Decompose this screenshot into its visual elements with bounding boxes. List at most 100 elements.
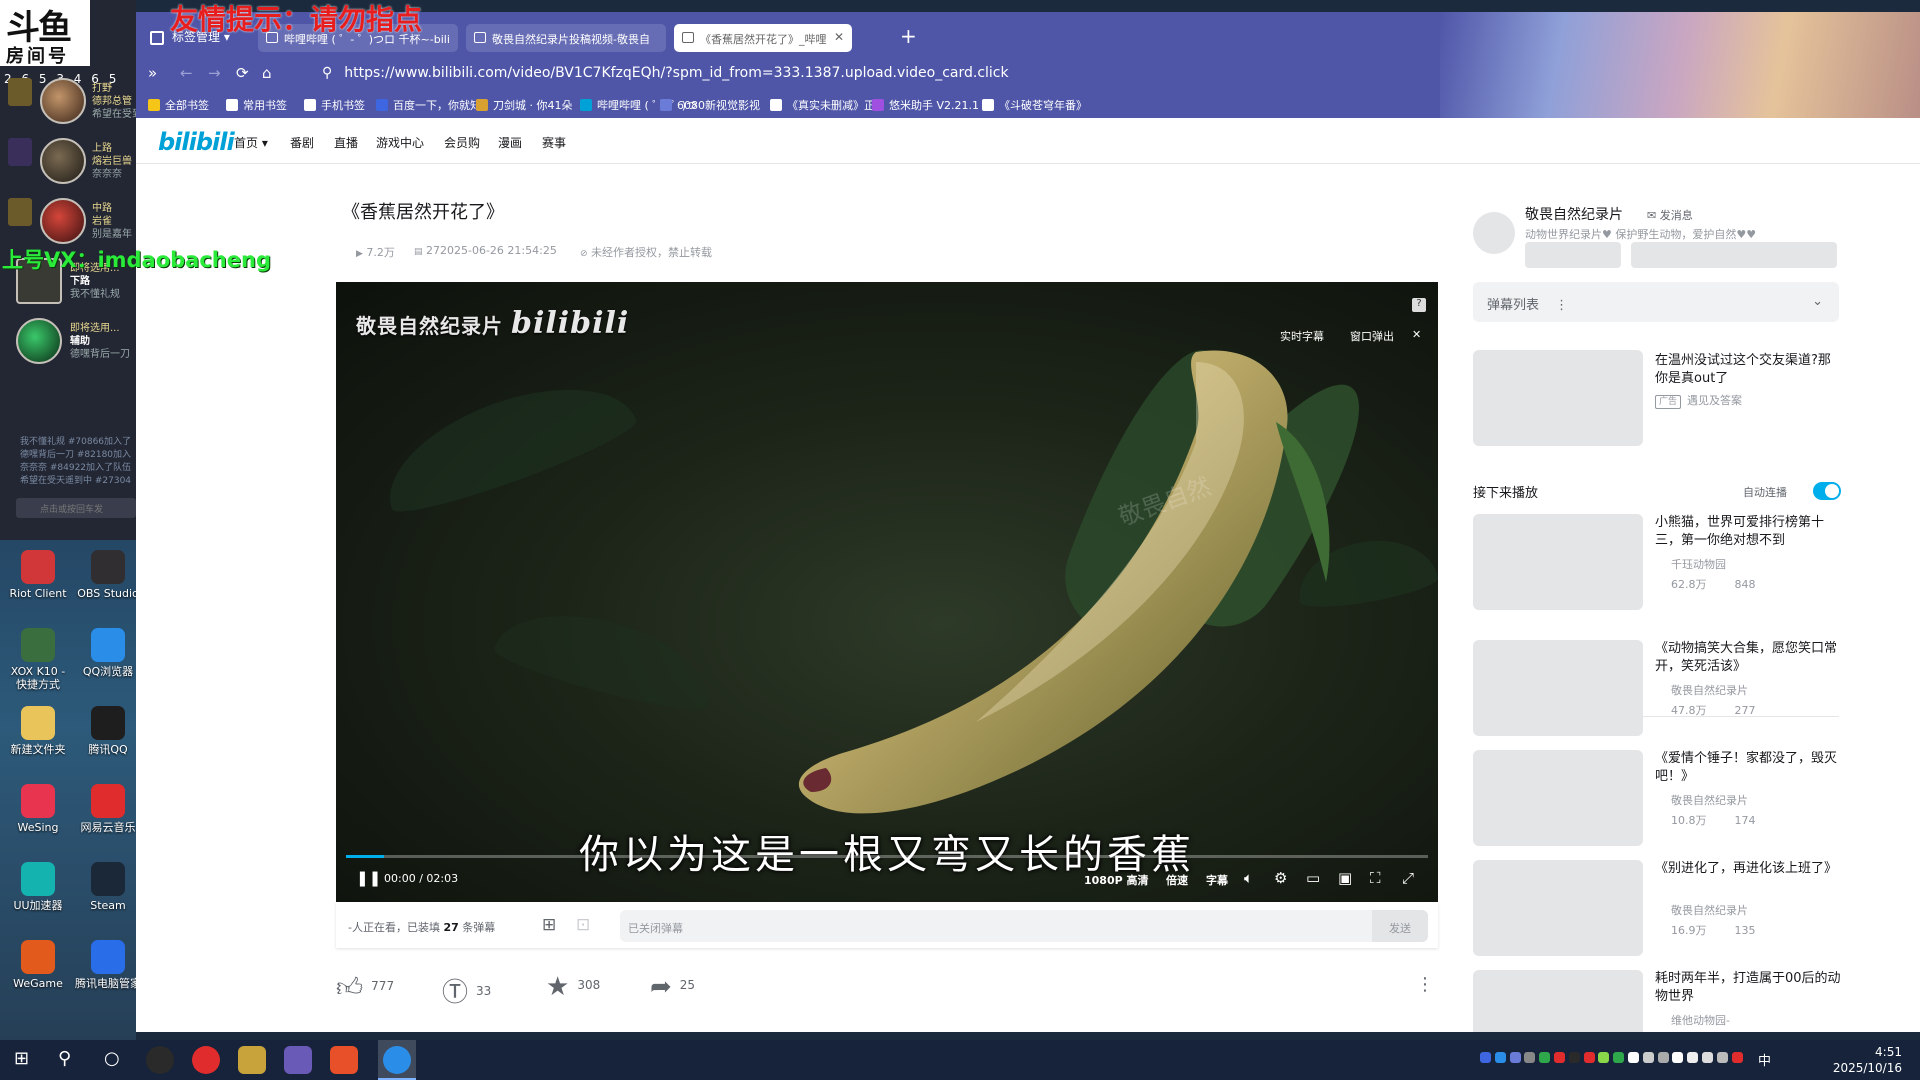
desktop-icon[interactable]: 腾讯电脑管家 <box>74 940 142 990</box>
tray-icon[interactable] <box>1524 1052 1536 1063</box>
progress-bar[interactable] <box>346 855 1428 858</box>
tray-icon[interactable] <box>1628 1052 1639 1063</box>
uploader-avatar[interactable] <box>1473 212 1515 254</box>
desktop-icon[interactable]: 腾讯QQ <box>74 706 142 756</box>
tray-icon[interactable] <box>1598 1052 1610 1063</box>
nav-home[interactable]: 首页 ▾ <box>234 134 268 151</box>
bookmark-item[interactable]: 6080新视觉影视 <box>660 97 760 113</box>
netease-music-taskbar-icon[interactable] <box>192 1046 220 1074</box>
desktop-icon[interactable]: WeGame <box>4 940 72 990</box>
clock[interactable]: 4:51 2025/10/16 <box>1833 1044 1902 1076</box>
desktop-icon[interactable]: QQ浏览器 <box>74 628 142 678</box>
task-view-icon[interactable]: ○ <box>104 1048 120 1069</box>
bookmark-item[interactable]: 刀剑城 · 你41朵 <box>476 97 573 113</box>
tray-icon[interactable] <box>1672 1052 1684 1063</box>
rec-title[interactable]: 耗时两年半，打造属于00后的动物世界 <box>1655 970 1841 1006</box>
tray-icon[interactable] <box>1539 1052 1551 1063</box>
autoplay-toggle[interactable] <box>1813 482 1841 500</box>
tray-icon[interactable] <box>1480 1052 1491 1063</box>
rec-title[interactable]: 《爱情个锤子！家都没了，毁灭吧！》 <box>1655 750 1841 786</box>
new-tab-button[interactable]: + <box>900 24 917 48</box>
popout-button[interactable]: 窗口弹出 <box>1350 328 1394 344</box>
follow-button[interactable] <box>1631 242 1837 268</box>
search-icon[interactable]: ⚲ <box>58 1048 71 1069</box>
message-button[interactable]: ✉ 发消息 <box>1647 207 1693 223</box>
like-button[interactable]: 👍︎ 777 <box>336 972 394 1003</box>
rec-title[interactable]: 《别进化了，再进化该上班了》 <box>1655 860 1841 878</box>
bookmark-item[interactable]: 百度一下，你就知 <box>376 97 481 113</box>
nav-live[interactable]: 直播 <box>334 134 358 151</box>
danmaku-input[interactable]: 已关闭弹幕 发送 <box>620 910 1428 942</box>
desktop-icon[interactable]: OBS Studio <box>74 550 142 600</box>
pause-icon[interactable]: ❚❚ <box>356 869 381 887</box>
nav-manga[interactable]: 漫画 <box>498 134 522 151</box>
desktop-icon[interactable]: Riot Client <box>4 550 72 600</box>
tray-icon[interactable] <box>1731 1052 1743 1063</box>
qq-browser-taskbar-icon[interactable] <box>383 1046 411 1074</box>
rec-thumbnail[interactable] <box>1473 640 1643 736</box>
bookmark-item[interactable]: 《斗破苍穹年番》 <box>982 97 1087 113</box>
bookmark-item[interactable]: 《真实未删减》正 <box>770 97 875 113</box>
rec-author[interactable]: 敬畏自然纪录片 <box>1671 682 1748 698</box>
rec-title[interactable]: 小熊猫，世界可爱排行榜第十三，第一你绝对想不到 <box>1655 514 1841 550</box>
rec-author[interactable]: 敬畏自然纪录片 <box>1671 792 1748 808</box>
share-button[interactable]: ➦ 25 <box>650 972 695 1002</box>
tray-icon[interactable] <box>1554 1052 1565 1063</box>
nav-shop[interactable]: 会员购 <box>444 134 480 151</box>
danmaku-toggle-icon[interactable]: ⊞ <box>542 915 556 935</box>
tab-uploader-page[interactable]: 敬畏自然纪录片投稿视频-敬畏自 <box>466 24 666 52</box>
rec-thumbnail[interactable] <box>1473 970 1643 1032</box>
video-player[interactable]: 敬畏自然纪录片 bilibili 敬畏自然 ? 实时字幕 窗口弹出 ✕ 你以为这是… <box>336 282 1438 902</box>
bookmark-item[interactable]: 手机书签 <box>304 97 365 113</box>
tray-icon[interactable] <box>1687 1052 1699 1063</box>
tray-icon[interactable] <box>1702 1052 1713 1063</box>
forward-icon[interactable]: → <box>208 64 221 82</box>
tray-icon[interactable] <box>1509 1052 1521 1063</box>
rec-thumbnail[interactable] <box>1473 860 1643 956</box>
ime-indicator[interactable]: 中 <box>1758 1050 1771 1069</box>
desktop-icon[interactable]: 网易云音乐 <box>74 784 142 834</box>
favorite-button[interactable]: ★ 308 <box>546 972 600 1002</box>
tray-icon[interactable] <box>1568 1052 1580 1063</box>
url-field[interactable]: ⚲ https://www.bilibili.com/video/BV1C7Kfz… <box>322 65 1009 81</box>
tray-icon[interactable] <box>1657 1052 1669 1063</box>
tray-icon[interactable] <box>1583 1052 1595 1063</box>
danmaku-list-panel[interactable]: 弹幕列表 ⋮ ⌄ <box>1473 282 1839 322</box>
desktop-icon[interactable]: UU加速器 <box>4 862 72 912</box>
live-caption-button[interactable]: 实时字幕 <box>1280 328 1324 344</box>
desktop-icon[interactable]: 新建文件夹 <box>4 706 72 756</box>
league-taskbar-icon[interactable] <box>238 1046 266 1074</box>
reload-icon[interactable]: ⟳ <box>236 64 249 82</box>
widescreen-icon[interactable]: ▣ <box>1338 869 1352 887</box>
webfullscreen-icon[interactable]: ⛶ <box>1370 869 1381 887</box>
home-icon[interactable]: ⌂ <box>262 64 272 82</box>
subtitle-button[interactable]: 字幕 <box>1206 872 1228 888</box>
game-taskbar-icon[interactable] <box>284 1046 312 1074</box>
desktop-icon[interactable]: WeSing <box>4 784 72 834</box>
chat-input[interactable]: 点击或按回车发 <box>16 498 136 518</box>
fullscreen-icon[interactable]: ⤢ <box>1402 869 1414 887</box>
coin-button[interactable]: Ⓣ 33 <box>442 972 491 1009</box>
speed-button[interactable]: 倍速 <box>1166 872 1188 888</box>
tray-icon[interactable] <box>1494 1052 1506 1063</box>
danmaku-settings-icon[interactable]: ⊡ <box>576 915 590 935</box>
bookmark-item[interactable]: 悠米助手 V2.21.1 <box>872 97 979 113</box>
ad-title[interactable]: 在温州没试过这个交友渠道?那你是真out了 <box>1655 352 1841 388</box>
close-popout-icon[interactable]: ✕ <box>1412 328 1421 341</box>
rec-thumbnail[interactable] <box>1473 514 1643 610</box>
rec-author[interactable]: 千珏动物园 <box>1671 556 1726 572</box>
rec-title[interactable]: 《动物搞笑大合集，愿您笑口常开，笑死活该》 <box>1655 640 1841 676</box>
bookmark-item[interactable]: 全部书签 <box>148 97 209 113</box>
windows-start-icon[interactable]: ⊞ <box>14 1048 29 1069</box>
nav-esports[interactable]: 赛事 <box>542 134 566 151</box>
uploader-name[interactable]: 敬畏自然纪录片 <box>1525 204 1623 224</box>
ad-thumbnail[interactable] <box>1473 350 1643 446</box>
volume-icon[interactable]: 🔈︎ <box>1244 869 1253 887</box>
send-button[interactable]: 发送 <box>1372 910 1428 942</box>
desktop-icon[interactable]: Steam <box>74 862 142 912</box>
sidebar-toggle-icon[interactable]: » <box>148 64 157 82</box>
obs-taskbar-icon[interactable] <box>146 1046 174 1074</box>
desktop-icon[interactable]: XOX K10 - 快捷方式 <box>4 628 72 691</box>
back-icon[interactable]: ← <box>180 64 193 82</box>
options-icon[interactable]: ⋮ <box>1555 298 1568 313</box>
